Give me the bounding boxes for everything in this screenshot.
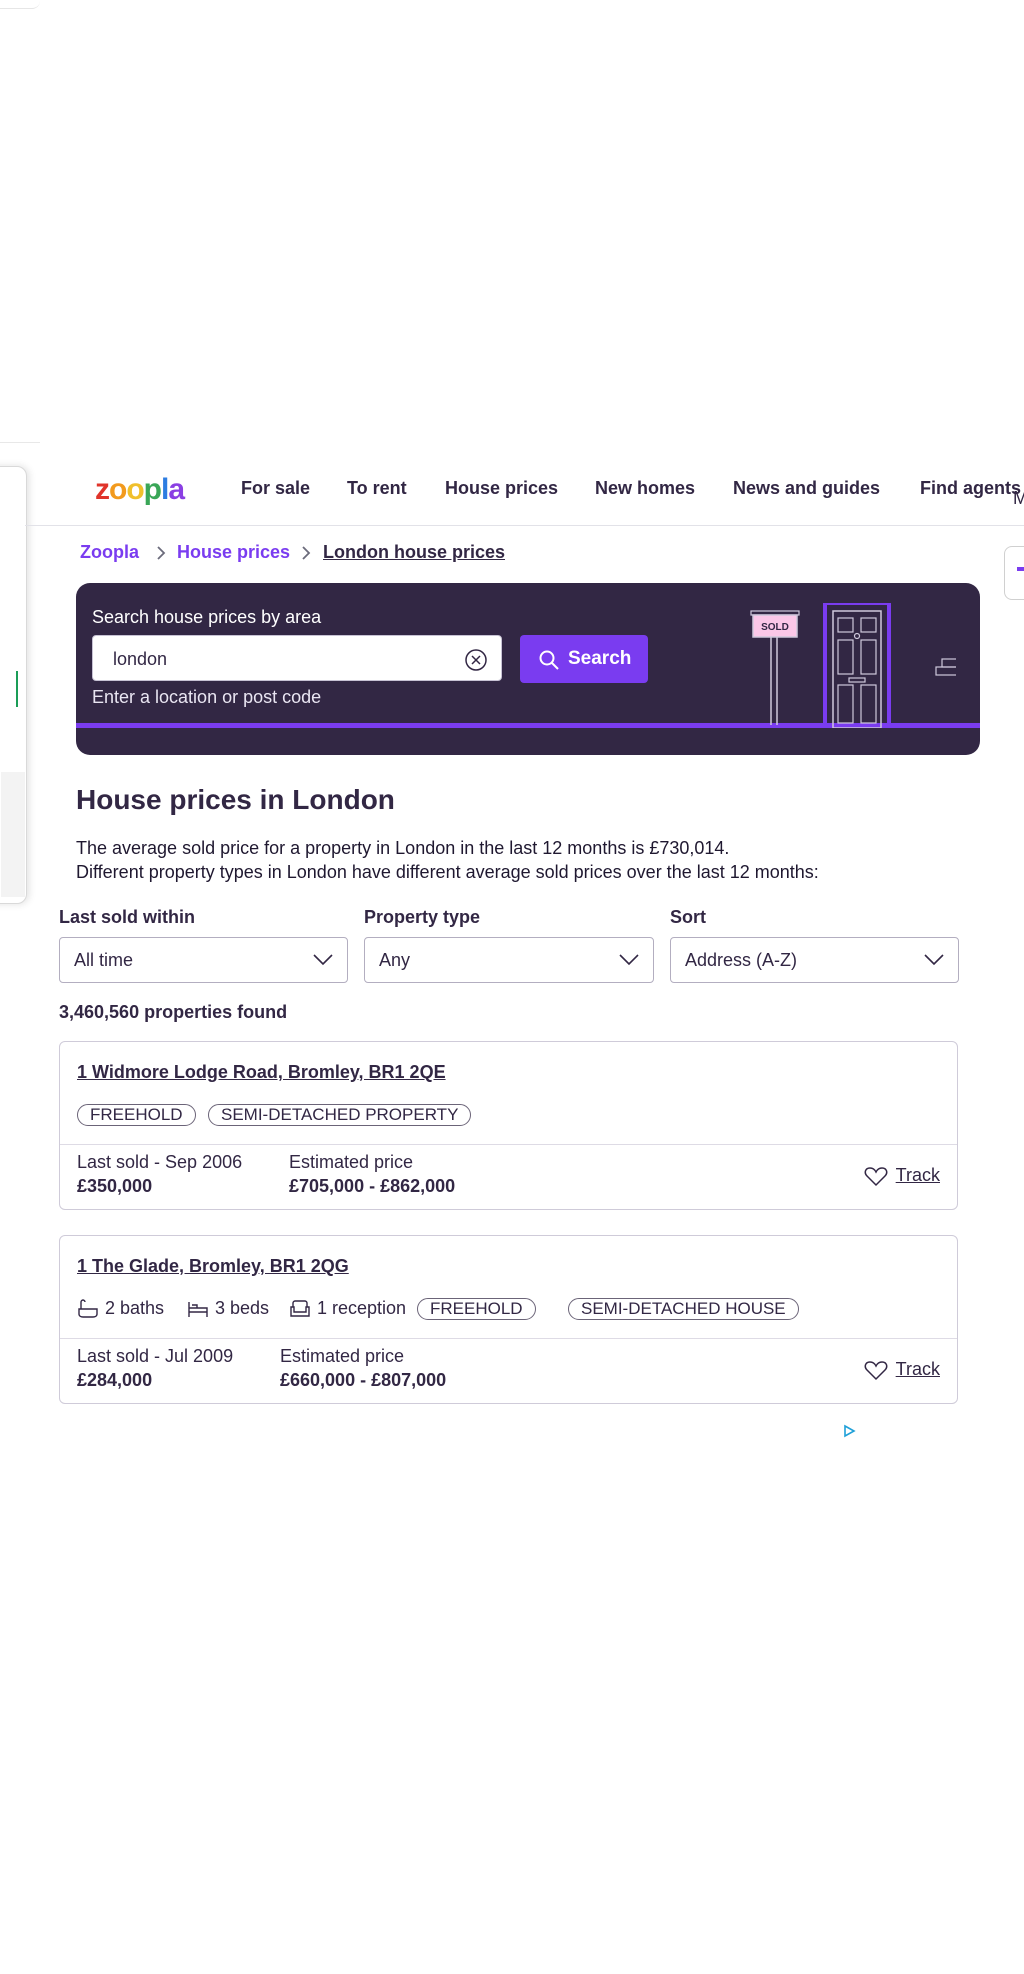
card-divider — [60, 1144, 957, 1145]
property-type-tag: SEMI-DETACHED HOUSE — [568, 1298, 799, 1320]
nav-to-rent[interactable]: To rent — [347, 478, 407, 499]
nav-for-sale[interactable]: For sale — [241, 478, 310, 499]
track-button[interactable]: Track — [864, 1359, 940, 1381]
nav-news-and-guides[interactable]: News and guides — [733, 478, 880, 499]
property-type-select[interactable]: Any — [364, 937, 654, 983]
property-type-label: Property type — [364, 907, 481, 927]
side-panel — [0, 466, 27, 904]
estimated-price-range: £660,000 - £807,000 — [280, 1370, 447, 1390]
chevron-down-icon — [619, 954, 639, 966]
tenure-tag: FREEHOLD — [417, 1298, 536, 1320]
chevron-right-icon — [300, 544, 312, 567]
search-hero: Search house prices by area Search Enter… — [76, 583, 980, 755]
baths-feature: 2 baths — [77, 1298, 177, 1320]
last-sold-select[interactable]: All time — [59, 937, 348, 983]
last-sold-date: Last sold - Sep 2006 — [77, 1152, 243, 1172]
listing-card: 1 Widmore Lodge Road, Bromley, BR1 2QE F… — [59, 1041, 958, 1210]
breadcrumb-zoopla[interactable]: Zoopla — [80, 542, 139, 563]
sort-label: Sort — [670, 907, 706, 927]
sofa-icon — [290, 1300, 310, 1317]
card-divider — [60, 1338, 957, 1339]
search-label: Search house prices by area — [92, 607, 322, 627]
search-input[interactable] — [111, 646, 455, 672]
bath-icon — [78, 1299, 98, 1318]
last-sold-date: Last sold - Jul 2009 — [77, 1346, 234, 1366]
reception-feature: 1 reception — [289, 1298, 409, 1320]
heart-icon — [864, 1167, 888, 1187]
heart-icon — [864, 1361, 888, 1381]
side-panel-accent — [16, 671, 18, 707]
sold-sign-text: SOLD — [761, 622, 789, 633]
clear-icon[interactable] — [465, 649, 487, 671]
listing-address-link[interactable]: 1 The Glade, Bromley, BR1 2QG — [77, 1256, 349, 1277]
last-sold-label: Last sold within — [59, 907, 196, 927]
intro-text: The average sold price for a property in… — [76, 836, 976, 884]
window-frame-line — [0, 442, 40, 443]
chevron-down-icon — [924, 954, 944, 966]
nav-find-agents[interactable]: Find agents — [920, 478, 1021, 499]
side-panel-block — [1, 772, 25, 897]
sort-value: Address (A-Z) — [685, 950, 798, 970]
sort-select[interactable]: Address (A-Z) — [670, 937, 959, 983]
intro-line-1: The average sold price for a property in… — [76, 838, 730, 858]
sold-price: £350,000 — [77, 1176, 153, 1196]
search-button-label: Search — [568, 648, 632, 669]
search-hint: Enter a location or post code — [92, 687, 322, 707]
bed-icon — [188, 1302, 208, 1317]
adchoices-icon[interactable] — [842, 1424, 856, 1438]
window-frame-edge — [0, 0, 40, 9]
breadcrumb-london-house-prices[interactable]: London house prices — [323, 542, 505, 563]
tenure-tag: FREEHOLD — [77, 1104, 196, 1126]
listing-address-link[interactable]: 1 Widmore Lodge Road, Bromley, BR1 2QE — [77, 1062, 446, 1083]
filter-toggle-button[interactable] — [1004, 546, 1024, 600]
listing-card: 1 The Glade, Bromley, BR1 2QG 2 baths 3 … — [59, 1235, 958, 1404]
nav-new-homes[interactable]: New homes — [595, 478, 695, 499]
search-icon — [539, 650, 559, 670]
filter-icon — [1017, 567, 1024, 571]
search-field[interactable] — [92, 635, 502, 681]
estimated-price-label: Estimated price — [280, 1346, 405, 1366]
nav-house-prices[interactable]: House prices — [445, 478, 558, 499]
results-count: 3,460,560 properties found — [59, 1002, 288, 1022]
track-button[interactable]: Track — [864, 1165, 940, 1187]
estimated-price-range: £705,000 - £862,000 — [289, 1176, 456, 1196]
track-label: Track — [895, 1165, 940, 1185]
sold-house-illustration: SOLD — [750, 603, 956, 728]
property-type-tag: SEMI-DETACHED PROPERTY — [208, 1104, 472, 1126]
last-sold-value: All time — [74, 950, 134, 970]
sold-price: £284,000 — [77, 1370, 153, 1390]
breadcrumb-house-prices[interactable]: House prices — [177, 542, 290, 563]
zoopla-logo[interactable]: zoopla — [95, 475, 185, 505]
chevron-right-icon — [155, 544, 167, 567]
page-title: House prices in London — [76, 784, 395, 815]
estimated-price-label: Estimated price — [289, 1152, 414, 1172]
intro-line-2: Different property types in London have … — [76, 862, 819, 882]
track-label: Track — [895, 1359, 940, 1379]
property-type-value: Any — [379, 950, 411, 970]
beds-feature: 3 beds — [187, 1298, 287, 1320]
search-button[interactable]: Search — [520, 635, 648, 683]
chevron-down-icon — [313, 954, 333, 966]
